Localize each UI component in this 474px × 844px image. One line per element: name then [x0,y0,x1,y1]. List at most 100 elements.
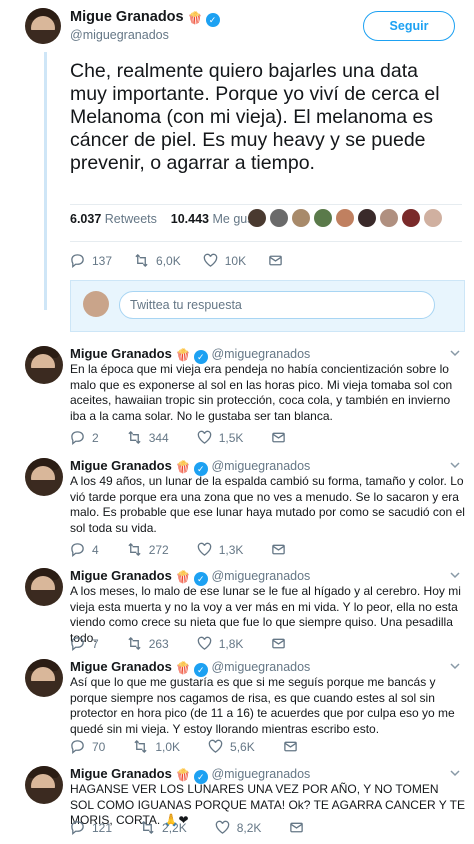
tweet-actions: 70 1,0K 5,6K [70,739,327,754]
avatar[interactable] [25,568,63,606]
chevron-down-icon[interactable] [450,460,460,470]
likers-avatars [248,209,442,227]
reply-icon [71,543,84,557]
tweet-actions: 7 263 1,8K [70,636,315,651]
liker-avatar[interactable] [424,209,442,227]
message-button[interactable] [271,542,293,557]
message-button[interactable] [271,430,293,445]
avatar[interactable] [25,458,63,496]
like-count: 1,8K [218,636,244,651]
author-name[interactable]: Migue Granados [70,659,172,674]
reply-button[interactable]: 121 [70,820,112,835]
reply-count: 121 [92,820,113,835]
author-name[interactable]: Migue Granados [70,568,172,583]
heart-icon [215,820,229,834]
chevron-down-icon[interactable] [450,348,460,358]
reply-icon [71,821,84,835]
retweet-count: 263 [148,636,169,651]
message-button[interactable] [268,253,290,268]
popcorn-icon: 🍿 [175,460,191,474]
retweet-count: 6,0K [156,253,181,268]
like-count: 10K [224,253,247,268]
envelope-icon [283,741,297,752]
popcorn-icon: 🍿 [175,768,191,782]
author-name[interactable]: Migue Granados [70,458,172,473]
retweet-icon [128,636,141,651]
reply-input[interactable]: Twittea tu respuesta [119,291,435,319]
chevron-down-icon[interactable] [450,570,460,580]
like-button[interactable]: 10K [203,253,246,268]
retweet-button[interactable]: 272 [127,542,169,557]
liker-avatar[interactable] [358,209,376,227]
retweet-button[interactable]: 2,2K [140,820,187,835]
main-tweet-text: Che, realmente quiero bajarles una data … [70,60,440,174]
message-button[interactable] [283,739,305,754]
author-handle[interactable]: @miguegranados [211,347,310,361]
liker-avatar[interactable] [314,209,332,227]
retweet-icon [128,430,141,445]
author-name[interactable]: Migue Granados [70,346,172,361]
liker-avatar[interactable] [270,209,288,227]
author-handle[interactable]: @miguegranados [211,459,310,473]
liker-avatar[interactable] [380,209,398,227]
main-tweet-header: Migue Granados 🍿 ✓ @miguegranados Seguir [25,8,455,48]
retweet-count: 1,0K [155,739,181,754]
retweets-stat[interactable]: 6.037 Retweets [70,212,157,226]
reply-button[interactable]: 7 [70,636,99,651]
retweet-button[interactable]: 6,0K [134,253,181,268]
author-name[interactable]: Migue Granados [70,766,172,781]
author-handle[interactable]: @miguegranados [70,28,169,42]
retweet-count: 2,2K [162,820,187,835]
like-button[interactable]: 8,2K [215,820,262,835]
envelope-icon [272,544,286,555]
tweet-actions: 4 272 1,3K [70,542,315,557]
heart-icon [197,542,211,556]
current-user-avatar [83,291,109,317]
like-count: 8,2K [236,820,262,835]
retweet-count: 272 [148,542,169,557]
retweet-button[interactable]: 263 [127,636,169,651]
reply-composer: Twittea tu respuesta [70,280,465,332]
reply-button[interactable]: 4 [70,542,99,557]
retweet-button[interactable]: 344 [127,430,169,445]
author-handle[interactable]: @miguegranados [211,660,310,674]
liker-avatar[interactable] [292,209,310,227]
reply-button[interactable]: 70 [70,739,105,754]
avatar[interactable] [25,346,63,384]
liker-avatar[interactable] [402,209,420,227]
tweet-text: En la época que mi vieja era pendeja no … [70,362,453,423]
author-name[interactable]: Migue Granados [70,9,184,25]
heart-icon [208,739,223,753]
chevron-down-icon[interactable] [450,768,460,778]
reply-button[interactable]: 137 [70,253,112,268]
tweet-actions: 121 2,2K 8,2K [70,820,333,835]
tweet-actions: 2 344 1,5K [70,430,315,445]
like-button[interactable]: 1,3K [197,542,243,557]
retweet-icon [135,253,148,268]
reply-icon [71,431,84,445]
liker-avatar[interactable] [336,209,354,227]
avatar[interactable] [25,659,63,697]
avatar[interactable] [25,766,63,804]
like-button[interactable]: 1,8K [197,636,244,651]
message-button[interactable] [271,636,293,651]
reply-button[interactable]: 2 [70,430,99,445]
like-count: 5,6K [230,739,255,754]
like-button[interactable]: 1,5K [197,430,244,445]
liker-avatar[interactable] [248,209,266,227]
heart-icon [203,253,217,267]
author-handle[interactable]: @miguegranados [211,569,310,583]
divider [70,241,462,242]
retweet-icon [128,542,141,557]
avatar[interactable] [25,8,61,44]
popcorn-icon: 🍿 [175,661,191,675]
like-button[interactable]: 5,6K [208,739,255,754]
tweet-text: A los 49 años, un lunar de la espalda ca… [70,474,465,535]
author-handle[interactable]: @miguegranados [211,767,310,781]
popcorn-icon: 🍿 [187,11,203,25]
message-button[interactable] [289,820,311,835]
like-count: 1,5K [218,430,244,445]
chevron-down-icon[interactable] [450,661,460,671]
follow-button[interactable]: Seguir [363,11,455,41]
retweet-button[interactable]: 1,0K [133,739,180,754]
